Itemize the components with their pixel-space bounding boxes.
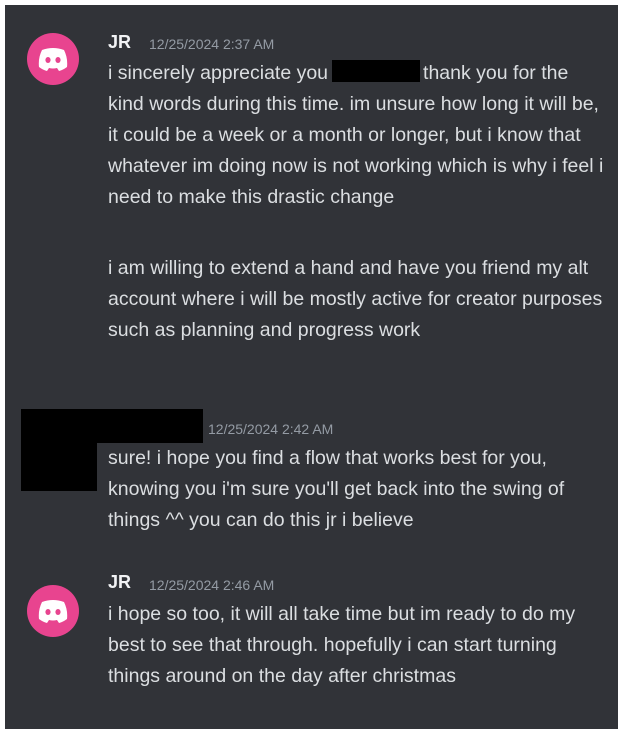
message-text: i hope so too, it will all take time but… [108,603,576,687]
username[interactable]: JR [108,31,131,53]
message-text-part: i sincerely appreciate you [108,62,329,84]
redacted-name [332,60,421,82]
user-avatar[interactable] [27,585,79,637]
discord-icon [38,600,68,623]
redacted-avatar [21,409,203,443]
message-timestamp: 12/25/2024 2:42 AM [208,421,334,437]
message-timestamp: 12/25/2024 2:46 AM [149,577,275,593]
message-text: i sincerely appreciate you thank you for … [108,58,608,213]
message-timestamp: 12/25/2024 2:37 AM [149,36,275,52]
message-text: i am willing to extend a hand and have y… [108,257,603,341]
redacted-avatar [21,441,97,491]
chat-log: JR 12/25/2024 2:37 AM i sincerely apprec… [5,5,618,729]
message-text: sure! i hope you find a flow that works … [108,447,565,531]
user-avatar[interactable] [27,33,79,85]
username[interactable]: JR [108,571,131,593]
discord-icon [38,48,68,71]
